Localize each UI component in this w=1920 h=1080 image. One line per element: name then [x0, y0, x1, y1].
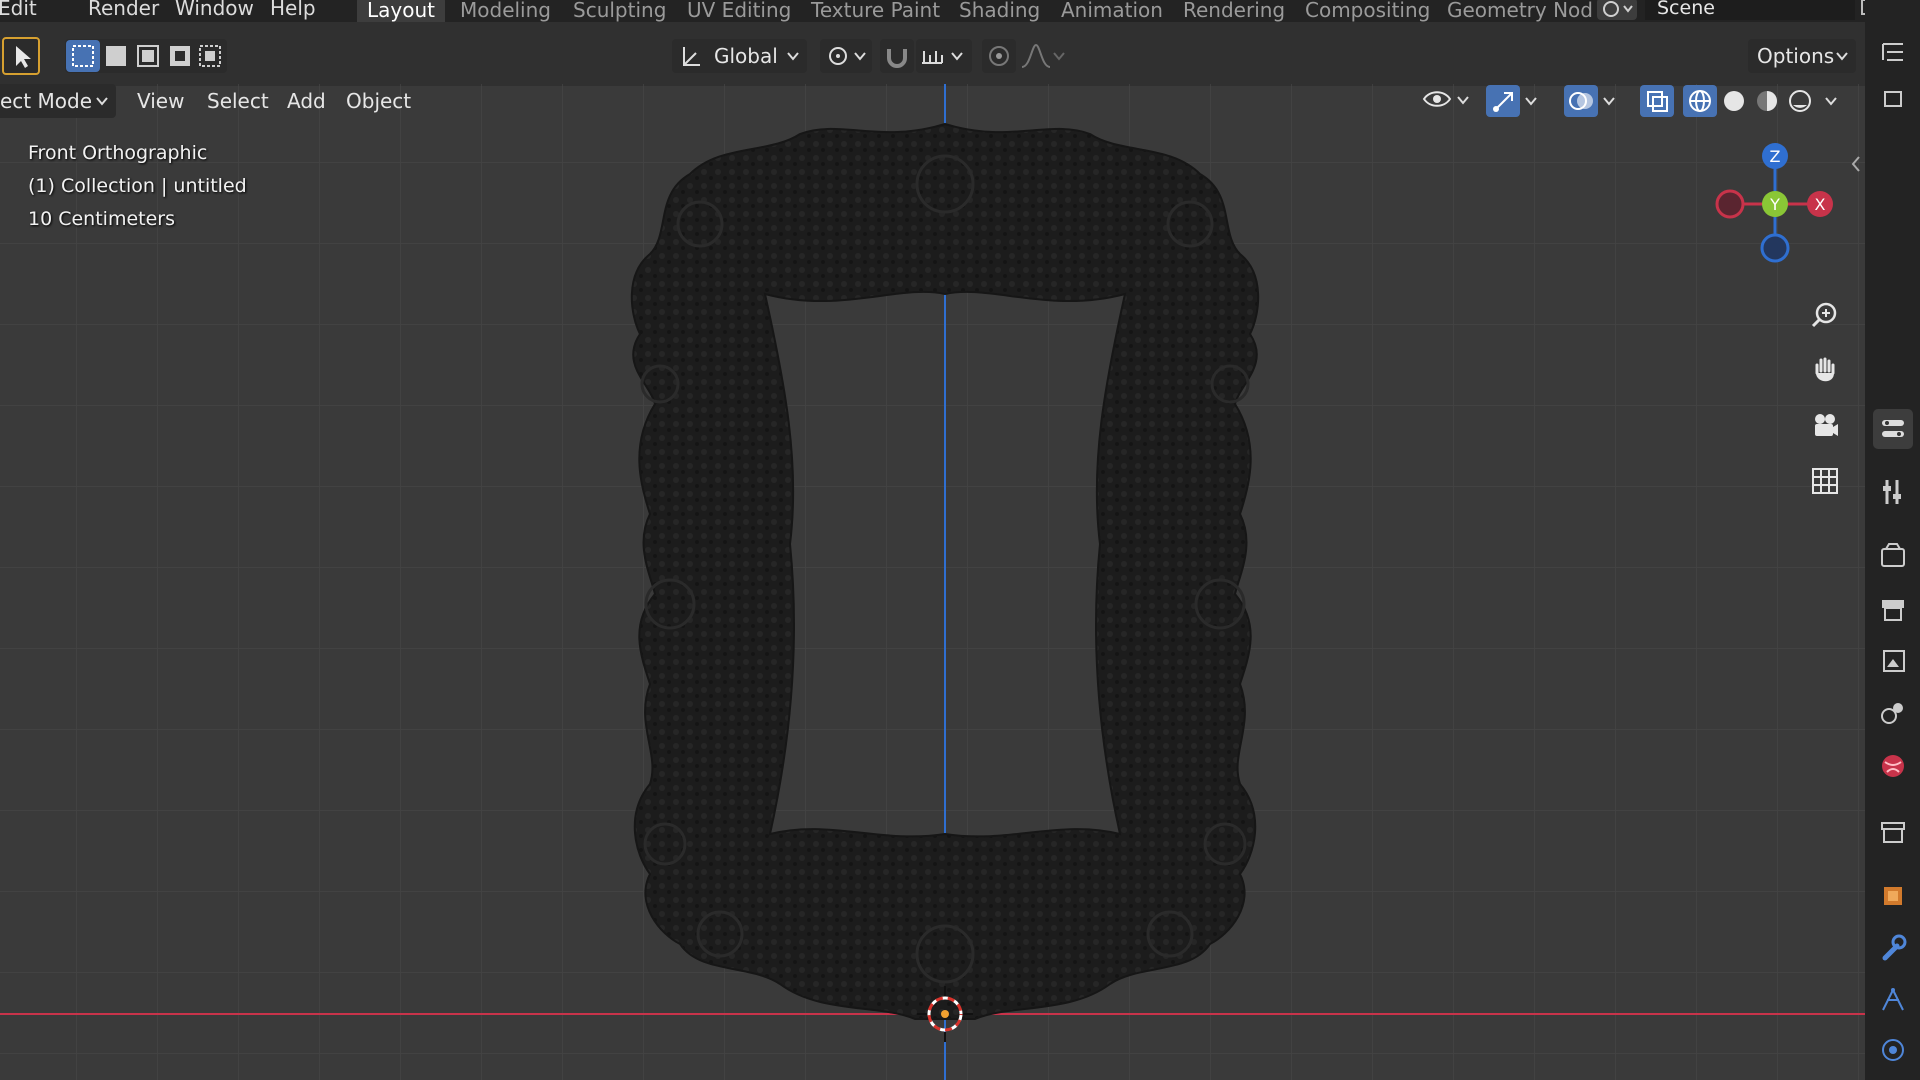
- collection-label: (1) Collection | untitled: [28, 175, 247, 197]
- transform-orientation-dropdown[interactable]: Global: [672, 39, 807, 73]
- shading-solid-icon[interactable]: [1717, 85, 1751, 117]
- zoom-icon[interactable]: [1805, 296, 1845, 336]
- particles-properties-icon[interactable]: [1873, 980, 1913, 1020]
- menu-add[interactable]: Add: [287, 84, 326, 118]
- shading-wireframe-icon[interactable]: [1683, 85, 1717, 117]
- toggle-perspective-grid-icon[interactable]: [1805, 461, 1845, 501]
- tab-sculpting[interactable]: Sculpting: [563, 0, 676, 23]
- overlays-toggle-icon[interactable]: [1564, 85, 1598, 117]
- viewport-grid: [0, 84, 1865, 1080]
- tab-compositing[interactable]: Compositing: [1295, 0, 1440, 23]
- shading-material-icon[interactable]: [1750, 85, 1784, 117]
- menu-select[interactable]: Select: [207, 84, 269, 118]
- menu-view[interactable]: View: [137, 84, 184, 118]
- overlays-options-chevron-icon[interactable]: [1600, 85, 1620, 117]
- shading-options-chevron-icon[interactable]: [1822, 85, 1842, 117]
- y-axis-label: Y: [1769, 195, 1780, 214]
- orientation-label: Global: [714, 44, 778, 68]
- scene-properties-icon[interactable]: [1873, 694, 1913, 734]
- properties-editor-icon[interactable]: [1873, 409, 1913, 449]
- select-subtract-icon[interactable]: [131, 40, 165, 72]
- menu-window[interactable]: Window: [175, 0, 254, 20]
- pivot-icon: [829, 47, 866, 65]
- scene-name-field[interactable]: Scene: [1645, 0, 1855, 20]
- tool-header: Global Options: [0, 22, 1865, 86]
- xray-toggle-icon[interactable]: [1640, 85, 1674, 117]
- snap-target-dropdown[interactable]: [916, 39, 972, 73]
- gizmo-toggle-icon[interactable]: [1486, 85, 1520, 117]
- view-layer-properties-icon[interactable]: [1873, 642, 1913, 682]
- select-extend-icon[interactable]: [99, 40, 133, 72]
- neg-x-axis-handle: [1715, 189, 1745, 219]
- output-properties-icon[interactable]: [1873, 590, 1913, 630]
- proportional-editing-icon[interactable]: [982, 39, 1016, 73]
- orientation-icon: [683, 47, 700, 66]
- neg-z-axis-handle: [1760, 233, 1790, 263]
- tab-uv-editing[interactable]: UV Editing: [677, 0, 801, 23]
- select-tool-button[interactable]: [2, 37, 40, 75]
- object-properties-icon[interactable]: [1873, 876, 1913, 916]
- menu-render[interactable]: Render: [88, 0, 159, 20]
- pan-hand-icon[interactable]: [1805, 351, 1845, 391]
- pivot-point-dropdown[interactable]: [820, 39, 872, 73]
- sidebar-toggle-chevron-left-icon[interactable]: [1848, 152, 1864, 176]
- select-intersect-icon[interactable]: [193, 40, 227, 72]
- shading-rendered-icon[interactable]: [1783, 85, 1817, 117]
- viewport-header: ect Mode View Select Add Object: [0, 84, 1865, 120]
- snap-increment-icon: [922, 51, 963, 64]
- render-properties-icon[interactable]: [1873, 536, 1913, 576]
- world-properties-icon[interactable]: [1873, 746, 1913, 786]
- tab-texture-paint[interactable]: Texture Paint: [801, 0, 950, 23]
- cursor-icon: [16, 46, 31, 68]
- menu-object[interactable]: Object: [346, 84, 411, 118]
- tab-shading[interactable]: Shading: [949, 0, 1050, 23]
- tab-animation[interactable]: Animation: [1051, 0, 1173, 23]
- falloff-curve-icon: [1021, 43, 1065, 68]
- scene-selector-icon[interactable]: [1597, 0, 1637, 20]
- x-axis-label: X: [1815, 195, 1826, 214]
- outliner-filter-icon[interactable]: [1873, 84, 1913, 124]
- view-name-label: Front Orthographic: [28, 142, 208, 164]
- outliner-editor-icon[interactable]: [1873, 34, 1913, 74]
- modifier-properties-wrench-icon[interactable]: [1873, 928, 1913, 968]
- select-new-icon[interactable]: [66, 40, 100, 72]
- chevron-down-icon: [1836, 52, 1848, 61]
- tab-layout[interactable]: Layout: [357, 0, 445, 23]
- magnet-icon[interactable]: [880, 39, 914, 73]
- 3d-viewport[interactable]: Front Orthographic (1) Collection | unti…: [0, 84, 1865, 1080]
- grid-scale-label: 10 Centimeters: [28, 208, 175, 230]
- tool-properties-icon[interactable]: [1873, 472, 1913, 512]
- menu-edit[interactable]: Edit: [0, 0, 37, 20]
- properties-tab-strip: [1865, 0, 1920, 1080]
- visibility-eye-icon[interactable]: [1420, 85, 1474, 117]
- blender-window: Edit Render Window Help Layout Modeling …: [0, 0, 1920, 1080]
- collection-properties-icon[interactable]: [1873, 812, 1913, 852]
- proportional-falloff-dropdown[interactable]: [1018, 39, 1070, 73]
- camera-view-icon[interactable]: [1805, 406, 1845, 446]
- selection-mode-group: [65, 39, 227, 73]
- menu-help[interactable]: Help: [270, 0, 316, 20]
- snap-group: [880, 39, 972, 73]
- select-invert-icon[interactable]: [163, 40, 197, 72]
- top-menu-bar: Edit Render Window Help Layout Modeling …: [0, 0, 1920, 23]
- chevron-down-icon: [787, 52, 799, 61]
- physics-properties-icon[interactable]: [1873, 1030, 1913, 1070]
- chevron-down-icon: [96, 97, 108, 106]
- mode-label: ect Mode: [0, 89, 92, 113]
- interaction-mode-dropdown[interactable]: ect Mode: [0, 84, 116, 118]
- options-label: Options: [1757, 44, 1835, 68]
- options-dropdown[interactable]: Options: [1748, 39, 1856, 73]
- tab-modeling[interactable]: Modeling: [450, 0, 561, 23]
- z-axis-label: Z: [1770, 147, 1781, 166]
- tab-rendering[interactable]: Rendering: [1173, 0, 1295, 23]
- gizmo-options-chevron-icon[interactable]: [1522, 85, 1542, 117]
- navigation-gizmo[interactable]: Z X Y: [1700, 134, 1850, 284]
- tab-geometry-nodes[interactable]: Geometry Nod: [1437, 0, 1603, 23]
